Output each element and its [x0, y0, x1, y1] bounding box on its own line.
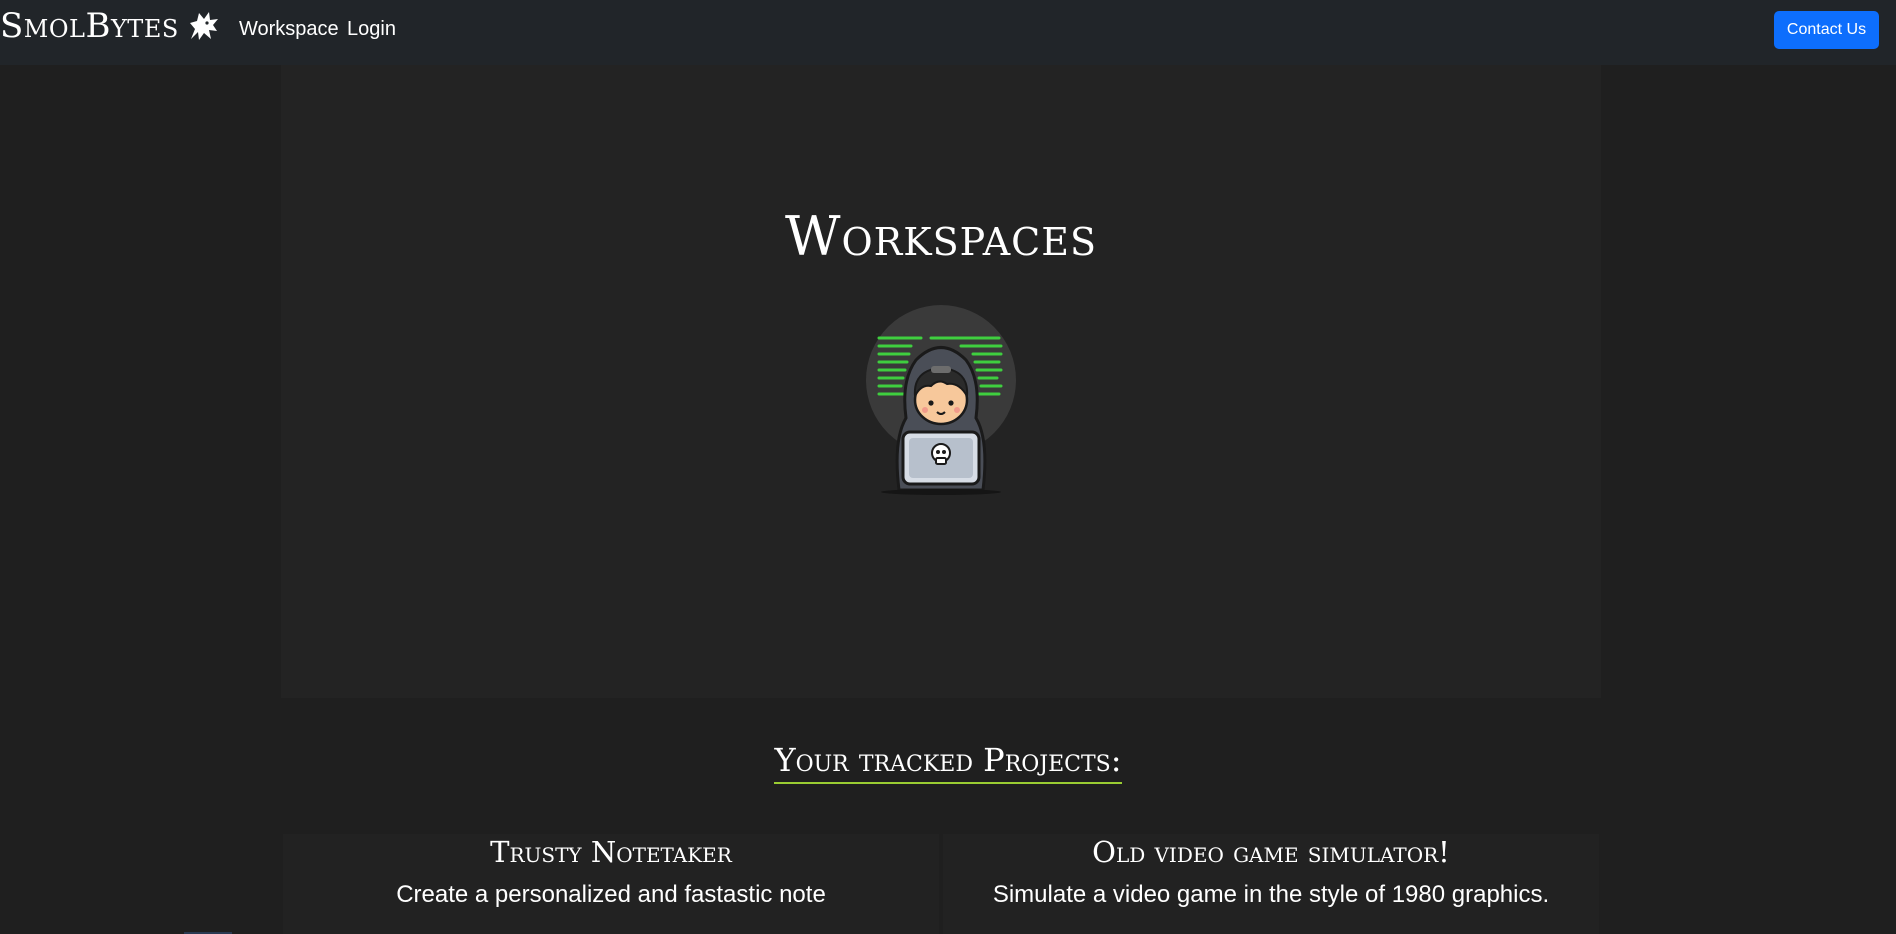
hero-section: Workspaces [281, 65, 1601, 698]
brand-name: SmolBytes [0, 6, 179, 46]
brand-link[interactable]: SmolBytes [0, 6, 221, 46]
page-title: Workspaces [784, 205, 1098, 268]
wolf-head-icon [189, 12, 218, 40]
project-cards: Trusty Notetaker Create a personalized a… [283, 834, 1599, 934]
project-card-title: Old video game simulator! [1092, 835, 1450, 869]
project-card-description: Create a personalized and fastastic note [396, 881, 826, 908]
projects-heading: Your tracked Projects: [774, 740, 1122, 784]
navbar: SmolBytes Workspace Login Contact Us [0, 0, 1896, 65]
project-card-title: Trusty Notetaker [490, 835, 732, 869]
nav-link-login[interactable]: Login [347, 18, 396, 41]
project-card-description: Simulate a video game in the style of 19… [992, 881, 1550, 908]
project-card-notetaker[interactable]: Trusty Notetaker Create a personalized a… [283, 834, 939, 934]
nav-link-workspace[interactable]: Workspace [239, 18, 339, 41]
hacker-with-laptop-icon [866, 305, 1016, 495]
contact-us-button[interactable]: Contact Us [1774, 11, 1879, 49]
project-card-game-simulator[interactable]: Old video game simulator! Simulate a vid… [943, 834, 1599, 934]
projects-heading-wrap: Your tracked Projects: [0, 740, 1896, 784]
